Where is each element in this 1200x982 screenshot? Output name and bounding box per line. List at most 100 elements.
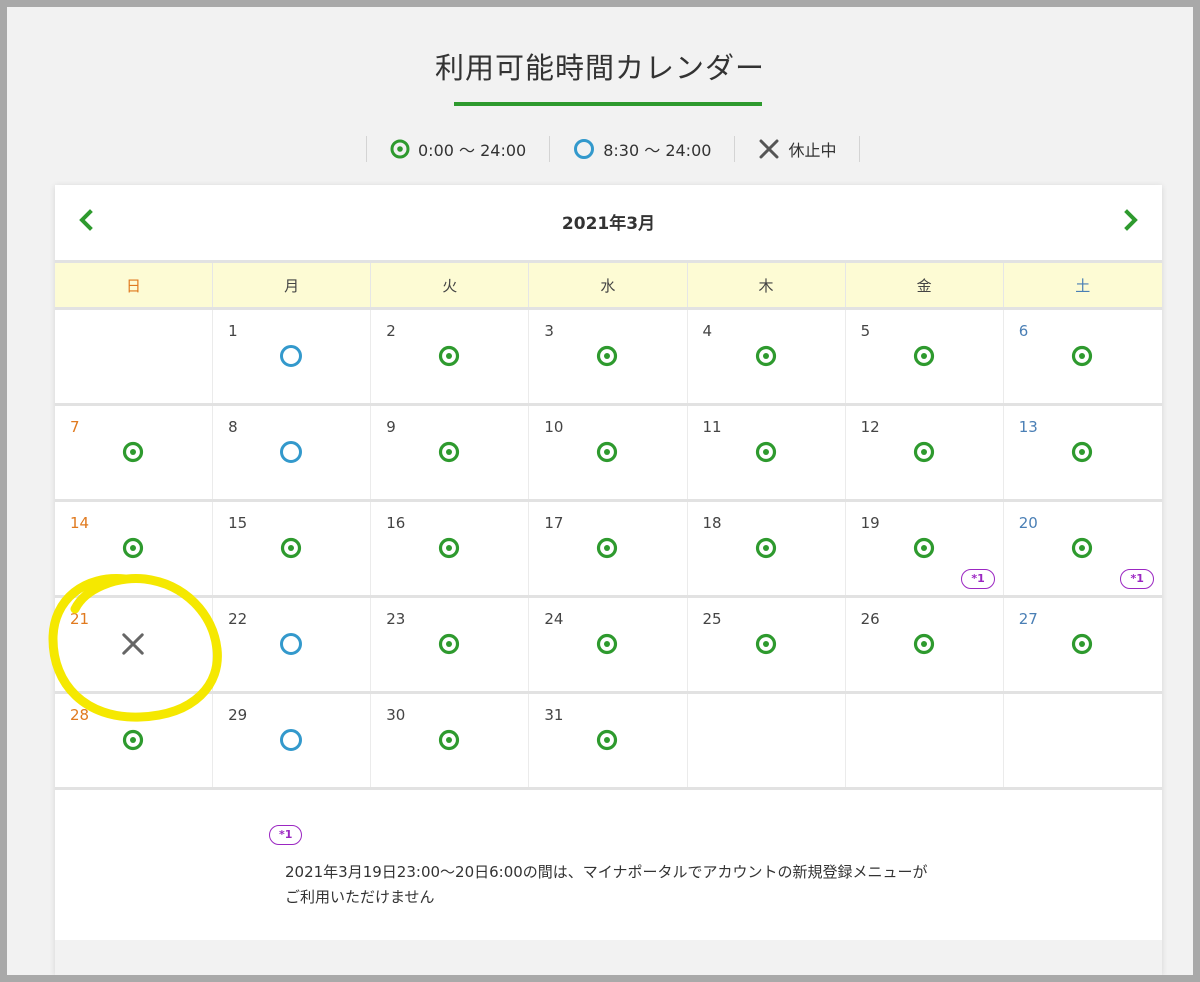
day-cell[interactable]: 22 xyxy=(213,598,372,691)
day-cell[interactable]: 7 xyxy=(55,406,214,499)
note-badge: *1 xyxy=(961,569,995,589)
day-cell[interactable]: 1 xyxy=(213,310,372,403)
day-number: 9 xyxy=(386,418,396,436)
day-cell[interactable]: 20 *1 xyxy=(1004,502,1162,595)
legend-label: 8:30 ～ 24:00 xyxy=(603,141,712,160)
double-circle-icon xyxy=(121,536,145,560)
day-number: 7 xyxy=(70,418,80,436)
day-cell[interactable]: 16 xyxy=(371,502,530,595)
day-cell[interactable]: 17 xyxy=(529,502,688,595)
day-number: 15 xyxy=(228,514,248,532)
empty-day-cell xyxy=(846,694,1004,787)
day-number: 24 xyxy=(544,610,564,628)
day-cell[interactable]: 3 xyxy=(529,310,688,403)
day-cell[interactable]: 11 xyxy=(688,406,846,499)
day-cell[interactable]: 12 xyxy=(846,406,1004,499)
double-circle-icon xyxy=(754,440,778,464)
day-cell[interactable]: 18 xyxy=(688,502,846,595)
legend-item-partial-day: 8:30 ～ 24:00 xyxy=(550,137,734,161)
day-cell[interactable]: 13 xyxy=(1004,406,1162,499)
note-line: ご利用いただけません xyxy=(285,888,435,906)
double-circle-icon xyxy=(437,728,461,752)
day-cell[interactable]: 5 xyxy=(846,310,1004,403)
day-number: 29 xyxy=(228,706,248,724)
day-cell[interactable]: 27 xyxy=(1004,598,1162,691)
week-row: 1 2 3 4 5 6 xyxy=(55,310,1162,406)
double-circle-icon xyxy=(437,344,461,368)
day-number: 18 xyxy=(702,514,722,532)
calendar-grid: 日月火水木金土 1 2 3 4 5 6 7 8 9 10 11 12 13 14 15 16 17 18 19 *1 2… xyxy=(55,260,1162,790)
day-number: 21 xyxy=(70,610,90,628)
day-cell[interactable]: 28 xyxy=(55,694,214,787)
day-number: 6 xyxy=(1018,322,1029,340)
note-text: 2021年3月19日23:00～20日6:00の間は、マイナポータルでアカウント… xyxy=(285,860,1005,910)
empty-day-cell xyxy=(55,310,214,403)
week-row: 21 22 23 24 25 26 27 xyxy=(55,598,1162,694)
double-circle-icon xyxy=(912,536,936,560)
day-cell[interactable]: 26 xyxy=(846,598,1004,691)
note-badge: *1 xyxy=(269,825,303,845)
double-circle-icon xyxy=(1070,536,1094,560)
day-cell[interactable]: 15 xyxy=(213,502,372,595)
day-number: 10 xyxy=(544,418,564,436)
empty-day-cell xyxy=(1004,694,1162,787)
weekday-header: 日 xyxy=(55,263,214,307)
legend: 0:00 ～ 24:00 8:30 ～ 24:00 休止中 xyxy=(366,135,861,163)
calendar-weeks: 1 2 3 4 5 6 7 8 9 10 11 12 13 14 15 16 17 18 19 *1 20 *1 21 22 2… xyxy=(55,310,1162,790)
day-number: 22 xyxy=(228,610,248,628)
double-circle-icon xyxy=(912,632,936,656)
day-cell[interactable]: 23 xyxy=(371,598,530,691)
day-number: 19 xyxy=(860,514,880,532)
circle-icon xyxy=(279,440,303,464)
weekday-header: 月 xyxy=(213,263,372,307)
day-cell[interactable]: 2 xyxy=(371,310,530,403)
double-circle-icon xyxy=(595,344,619,368)
day-cell[interactable]: 21 xyxy=(55,598,214,691)
day-number: 20 xyxy=(1018,514,1038,532)
weekday-header: 木 xyxy=(688,263,846,307)
day-cell[interactable]: 24 xyxy=(529,598,688,691)
double-circle-icon xyxy=(595,728,619,752)
week-row: 28 29 30 31 xyxy=(55,694,1162,790)
legend-label: 休止中 xyxy=(788,141,837,160)
legend-divider xyxy=(859,136,861,162)
notes-section: *1 2021年3月19日23:00～20日6:00の間は、マイナポータルでアカ… xyxy=(55,795,1162,940)
weekday-header: 水 xyxy=(529,263,688,307)
page: 利用可能時間カレンダー 0:00 ～ 24:00 8:30 ～ 24:00 休止… xyxy=(7,7,1193,975)
day-number: 8 xyxy=(228,418,238,436)
day-cell[interactable]: 29 xyxy=(213,694,372,787)
day-cell[interactable]: 9 xyxy=(371,406,530,499)
day-cell[interactable]: 25 xyxy=(688,598,846,691)
weekday-header: 土 xyxy=(1075,276,1091,295)
double-circle-icon xyxy=(754,536,778,560)
day-cell[interactable]: 10 xyxy=(529,406,688,499)
double-circle-icon xyxy=(1070,632,1094,656)
circle-icon xyxy=(279,344,303,368)
day-number: 25 xyxy=(702,610,722,628)
day-number: 5 xyxy=(860,322,871,340)
double-circle-icon xyxy=(437,536,461,560)
day-cell[interactable]: 8 xyxy=(213,406,372,499)
double-circle-icon xyxy=(595,440,619,464)
card-footer xyxy=(55,940,1162,975)
day-number: 23 xyxy=(386,610,406,628)
week-row: 14 15 16 17 18 19 *1 20 *1 xyxy=(55,502,1162,598)
double-circle-icon xyxy=(1070,344,1094,368)
legend-label: 0:00 ～ 24:00 xyxy=(418,141,527,160)
title-underline xyxy=(454,102,762,106)
double-circle-icon xyxy=(912,440,936,464)
day-cell[interactable]: 6 xyxy=(1004,310,1162,403)
day-cell[interactable]: 4 xyxy=(688,310,846,403)
double-circle-icon xyxy=(754,344,778,368)
day-cell[interactable]: 31 xyxy=(529,694,688,787)
day-number: 16 xyxy=(386,514,406,532)
double-circle-icon xyxy=(121,440,145,464)
day-cell[interactable]: 14 xyxy=(55,502,214,595)
cross-icon xyxy=(121,632,145,656)
next-month-button[interactable] xyxy=(1116,207,1146,237)
note-line: 2021年3月19日23:00～20日6:00の間は、マイナポータルでアカウント… xyxy=(285,863,928,881)
day-cell[interactable]: 19 *1 xyxy=(846,502,1004,595)
day-cell[interactable]: 30 xyxy=(371,694,530,787)
day-number: 28 xyxy=(70,706,90,724)
double-circle-icon xyxy=(754,632,778,656)
